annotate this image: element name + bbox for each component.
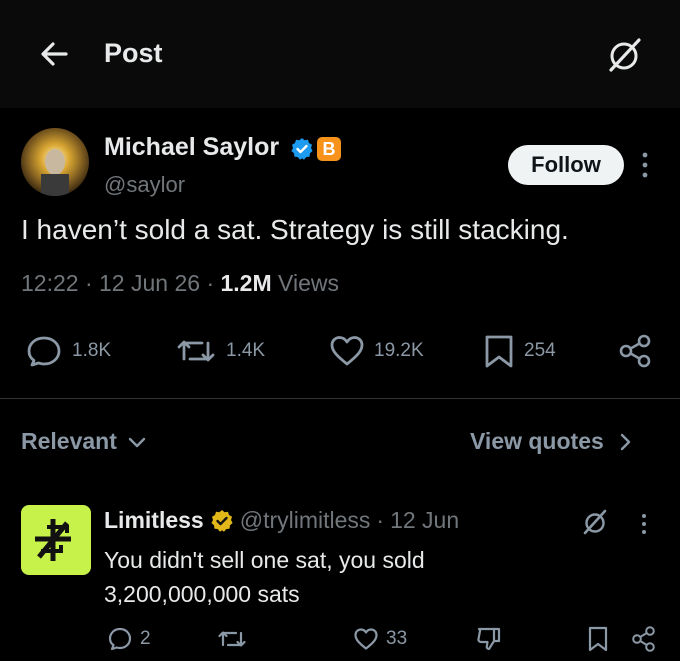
post-date: 12 Jun 26 — [99, 270, 201, 296]
sort-replies-dropdown[interactable]: Relevant — [21, 428, 151, 455]
reply-reply-count: 2 — [140, 628, 151, 649]
views-count[interactable]: 1.2M — [221, 270, 272, 296]
reply-bookmark-button[interactable] — [586, 624, 616, 654]
reply-date: 12 Jun — [390, 507, 460, 533]
reply-icon — [108, 627, 132, 651]
share-button[interactable] — [617, 333, 663, 369]
divider — [0, 398, 680, 399]
reply-share-button[interactable] — [630, 624, 664, 654]
reply-repost-button[interactable] — [216, 624, 254, 654]
share-icon — [619, 334, 651, 368]
top-bar: Post — [0, 0, 680, 108]
author-avatar[interactable] — [21, 128, 89, 196]
reply-like-count: 33 — [386, 628, 408, 649]
back-arrow-icon[interactable] — [36, 36, 72, 72]
sort-label: Relevant — [21, 428, 117, 454]
meta-separator: · — [206, 270, 221, 296]
like-icon — [354, 628, 378, 650]
verified-icon — [211, 509, 233, 532]
dislike-icon — [477, 627, 501, 651]
bookmark-button[interactable]: 254 — [482, 333, 556, 369]
reply-author-name[interactable]: Limitless — [104, 507, 204, 534]
author-handle[interactable]: @saylor — [104, 172, 185, 198]
grok-icon[interactable] — [603, 34, 645, 76]
repost-icon — [218, 631, 246, 647]
repost-icon — [177, 340, 215, 362]
like-icon — [330, 336, 364, 366]
post-text: I haven’t sold a sat. Strategy is still … — [21, 214, 569, 245]
limitless-logo — [35, 519, 71, 561]
bookmark-icon — [588, 626, 608, 652]
more-icon[interactable] — [638, 512, 650, 536]
follow-button[interactable]: Follow — [508, 145, 624, 185]
post-meta: 12:22 · 12 Jun 26 · 1.2M Views — [21, 270, 339, 297]
reply-dislike-button[interactable] — [474, 624, 510, 654]
chevron-right-icon — [620, 433, 630, 450]
reply-header: Limitless @trylimitless · 12 Jun — [104, 507, 459, 534]
meta-separator: · — [84, 270, 100, 296]
reply-avatar[interactable] — [21, 505, 91, 575]
view-quotes-link[interactable]: View quotes — [470, 428, 640, 455]
reply-like-button[interactable]: 33 — [352, 624, 407, 654]
more-icon[interactable] — [638, 150, 652, 180]
view-quotes-label: View quotes — [470, 428, 604, 454]
reply-button[interactable]: 1.8K — [24, 333, 111, 369]
views-label: Views — [278, 270, 339, 296]
bookmark-icon — [485, 335, 513, 368]
verified-icon — [291, 138, 313, 160]
like-count: 19.2K — [374, 340, 424, 361]
author-name[interactable]: Michael Saylor — [104, 133, 279, 162]
like-button[interactable]: 19.2K — [328, 333, 424, 369]
reply-text: You didn't sell one sat, you sold 3,200,… — [104, 547, 425, 607]
repost-button[interactable]: 1.4K — [174, 333, 265, 369]
bookmark-count: 254 — [524, 340, 556, 361]
bitcoin-icon: B — [317, 137, 341, 161]
reply-author-handle[interactable]: @trylimitless — [240, 507, 371, 534]
avatar-image — [21, 128, 89, 196]
meta-separator: · — [376, 507, 385, 533]
page-title: Post — [104, 38, 163, 68]
repost-count: 1.4K — [226, 340, 266, 361]
grok-icon[interactable] — [580, 507, 610, 537]
chevron-down-icon — [128, 437, 146, 447]
post-time: 12:22 — [21, 270, 79, 296]
reply-icon — [27, 336, 61, 367]
reply-reply-button[interactable]: 2 — [106, 624, 151, 654]
reply-count: 1.8K — [72, 340, 112, 361]
share-icon — [632, 626, 655, 652]
